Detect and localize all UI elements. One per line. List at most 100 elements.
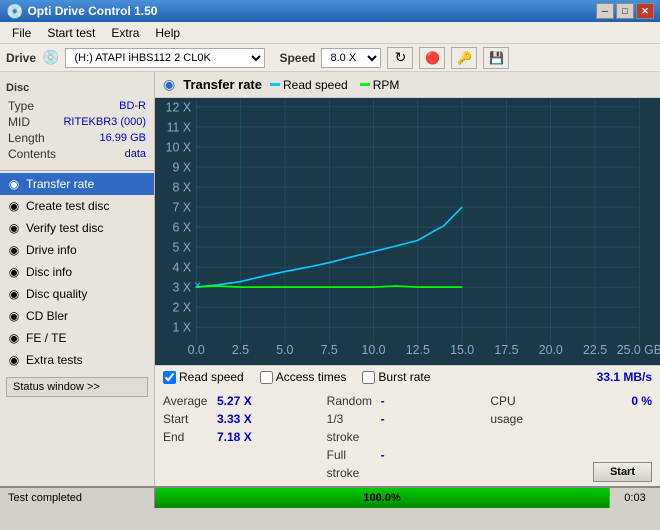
sidebar: Disc Type BD-R MID RITEKBR3 (000) Length…	[0, 72, 155, 486]
read-speed-checkbox[interactable]	[163, 371, 176, 384]
legend-rpm-label: RPM	[373, 78, 400, 92]
minimize-button[interactable]: ─	[596, 3, 614, 19]
access-times-label: Access times	[276, 370, 347, 384]
svg-text:3 X: 3 X	[173, 279, 192, 295]
start-row: Start 3.33 X	[163, 410, 325, 428]
graph-legend: Read speed RPM	[270, 78, 399, 92]
svg-text:5 X: 5 X	[173, 239, 192, 255]
sidebar-item-disc-quality[interactable]: ◉ Disc quality	[0, 283, 154, 305]
disc-section-label: Disc	[0, 80, 154, 96]
end-value: 7.18 X	[217, 428, 252, 446]
drive-label: Drive	[6, 51, 36, 65]
sidebar-item-create-test-disc[interactable]: ◉ Create test disc	[0, 195, 154, 217]
graph-header: ◉ Transfer rate Read speed RPM	[155, 72, 660, 98]
close-button[interactable]: ✕	[636, 3, 654, 19]
average-value: 5.27 X	[217, 392, 252, 410]
chart-container: 12 X 11 X 10 X 9 X 8 X 7 X 6 X 5 X 4 X 3…	[155, 98, 660, 365]
sidebar-item-extra-tests[interactable]: ◉ Extra tests	[0, 349, 154, 371]
disc-length-value: 16.99 GB	[100, 130, 146, 146]
disc-length-label: Length	[8, 130, 45, 146]
svg-text:9 X: 9 X	[173, 159, 192, 175]
main-content: Disc Type BD-R MID RITEKBR3 (000) Length…	[0, 72, 660, 486]
speed-select[interactable]: 8.0 X	[321, 48, 381, 68]
svg-text:1 X: 1 X	[173, 319, 192, 335]
graph-area: ◉ Transfer rate Read speed RPM	[155, 72, 660, 486]
access-times-checkbox[interactable]	[260, 371, 273, 384]
onethird-label: 1/3 stroke	[327, 410, 377, 446]
svg-text:7 X: 7 X	[173, 199, 192, 215]
status-window-button[interactable]: Status window >>	[6, 377, 148, 397]
title-bar: 💿 Opti Drive Control 1.50 ─ □ ✕	[0, 0, 660, 22]
disc-contents-row: Contents data	[8, 146, 146, 162]
drive-select[interactable]: (H:) ATAPI iHBS112 2 CL0K	[65, 48, 265, 68]
svg-text:15.0: 15.0	[450, 341, 474, 357]
transfer-rate-icon: ◉	[6, 176, 22, 192]
menu-extra[interactable]: Extra	[103, 24, 147, 42]
graph-title: Transfer rate	[183, 77, 262, 92]
onethird-value: -	[381, 410, 385, 446]
svg-text:10.0: 10.0	[361, 341, 385, 357]
random-label: Random	[327, 392, 377, 410]
checkbox-row: Read speed Access times Burst rate 33.1 …	[155, 365, 660, 388]
fullstroke-label: Full stroke	[327, 446, 377, 482]
graph-title-icon: ◉	[163, 76, 175, 93]
svg-text:×: ×	[194, 277, 201, 293]
menu-file[interactable]: File	[4, 24, 39, 42]
cpu-label: CPU usage	[490, 392, 540, 428]
maximize-button[interactable]: □	[616, 3, 634, 19]
disc-mid-label: MID	[8, 114, 30, 130]
refresh-button[interactable]: ↻	[387, 47, 413, 69]
svg-text:4 X: 4 X	[173, 259, 192, 275]
legend-read-speed-label: Read speed	[283, 78, 348, 92]
disc-type-label: Type	[8, 98, 34, 114]
svg-text:12 X: 12 X	[166, 99, 192, 115]
disc-mid-value: RITEKBR3 (000)	[63, 114, 146, 130]
cpu-value: 0 %	[631, 392, 652, 428]
disc-mid-row: MID RITEKBR3 (000)	[8, 114, 146, 130]
svg-text:8 X: 8 X	[173, 179, 192, 195]
access-times-checkbox-label[interactable]: Access times	[260, 370, 347, 384]
save-button[interactable]: 💾	[483, 47, 509, 69]
disc-info-icon: ◉	[6, 264, 22, 280]
disc-contents-value: data	[125, 146, 146, 162]
fullstroke-row: Full stroke -	[327, 446, 489, 482]
time-display: 0:03	[610, 492, 660, 504]
sidebar-item-fe-te-label: FE / TE	[26, 331, 66, 345]
sidebar-item-fe-te[interactable]: ◉ FE / TE	[0, 327, 154, 349]
sidebar-item-extra-tests-label: Extra tests	[26, 353, 83, 367]
fe-te-icon: ◉	[6, 330, 22, 346]
disc-info-block: Type BD-R MID RITEKBR3 (000) Length 16.9…	[0, 96, 154, 168]
action-button-1[interactable]: 🔴	[419, 47, 445, 69]
menu-help[interactable]: Help	[147, 24, 188, 42]
sidebar-item-disc-info[interactable]: ◉ Disc info	[0, 261, 154, 283]
speed-label: Speed	[279, 51, 315, 65]
disc-type-value: BD-R	[119, 98, 146, 114]
disc-quality-icon: ◉	[6, 286, 22, 302]
burst-rate-label: Burst rate	[378, 370, 430, 384]
window-controls: ─ □ ✕	[596, 3, 654, 19]
cd-bler-icon: ◉	[6, 308, 22, 324]
burst-rate-checkbox-label[interactable]: Burst rate	[362, 370, 430, 384]
sidebar-item-drive-info[interactable]: ◉ Drive info	[0, 239, 154, 261]
start-label: Start	[163, 410, 213, 428]
sidebar-item-create-test-disc-label: Create test disc	[26, 199, 109, 213]
sidebar-item-verify-test-disc-label: Verify test disc	[26, 221, 103, 235]
progress-container: 100.0%	[155, 488, 610, 508]
verify-test-disc-icon: ◉	[6, 220, 22, 236]
stats-col-1: Average 5.27 X Start 3.33 X End 7.18 X	[163, 392, 325, 482]
sidebar-item-verify-test-disc[interactable]: ◉ Verify test disc	[0, 217, 154, 239]
end-label: End	[163, 428, 213, 446]
progress-percent: 100.0%	[363, 492, 400, 504]
svg-text:12.5: 12.5	[406, 341, 430, 357]
svg-text:25.0 GB: 25.0 GB	[617, 341, 660, 357]
sidebar-item-transfer-rate[interactable]: ◉ Transfer rate	[0, 173, 154, 195]
sidebar-item-cd-bler[interactable]: ◉ CD Bler	[0, 305, 154, 327]
app-icon: 💿	[6, 3, 23, 20]
start-button[interactable]: Start	[593, 462, 652, 482]
menu-start-test[interactable]: Start test	[39, 24, 103, 42]
svg-text:2 X: 2 X	[173, 299, 192, 315]
random-value: -	[381, 392, 385, 410]
action-button-2[interactable]: 🔑	[451, 47, 477, 69]
burst-rate-checkbox[interactable]	[362, 371, 375, 384]
read-speed-checkbox-label[interactable]: Read speed	[163, 370, 244, 384]
